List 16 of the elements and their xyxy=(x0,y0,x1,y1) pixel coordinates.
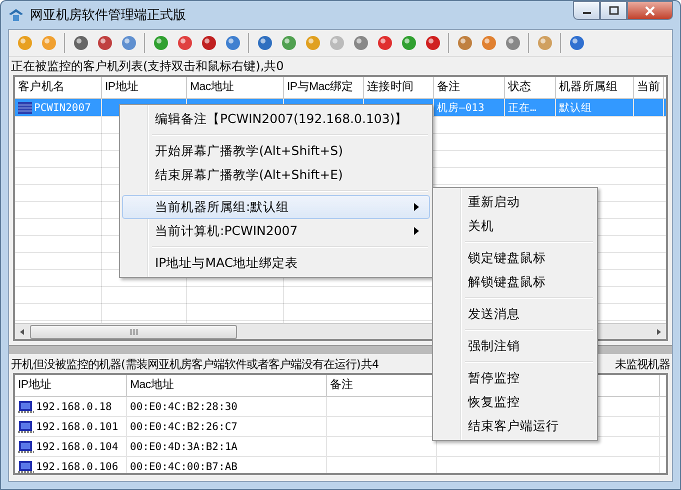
table-cell: 正在… xyxy=(508,100,536,114)
table-cell: 192.168.0.18 xyxy=(36,400,112,412)
table-cell: 默认组 xyxy=(559,100,592,114)
table-cell: 00:E0:4C:B2:26:C7 xyxy=(130,420,238,432)
group-label: 开机但没被监控的机器(需装网亚机房客户端软件或者客户端没有在运行)共4 xyxy=(11,357,380,373)
group-label: 正在被监控的客户机列表(支持双击和鼠标右键),共0 xyxy=(11,58,285,75)
table-cell: 192.168.0.106 xyxy=(36,460,118,472)
table-cell: 192.168.0.104 xyxy=(36,440,118,452)
table-cell: 00:E0:4C:00:B7:AB xyxy=(130,460,238,472)
table-cell: PCWIN2007 xyxy=(34,102,91,114)
table-cell: 机房—013 xyxy=(437,100,484,114)
table-cell: 00:E0:4C:B2:28:30 xyxy=(130,400,238,412)
window-title: 网亚机房软件管理端正式版 xyxy=(30,7,186,24)
group-label: 未监视机器 xyxy=(615,357,670,373)
table-cell: 00:E0:4D:3A:B2:1A xyxy=(130,440,238,452)
table-cell: 192.168.0.101 xyxy=(36,420,118,432)
